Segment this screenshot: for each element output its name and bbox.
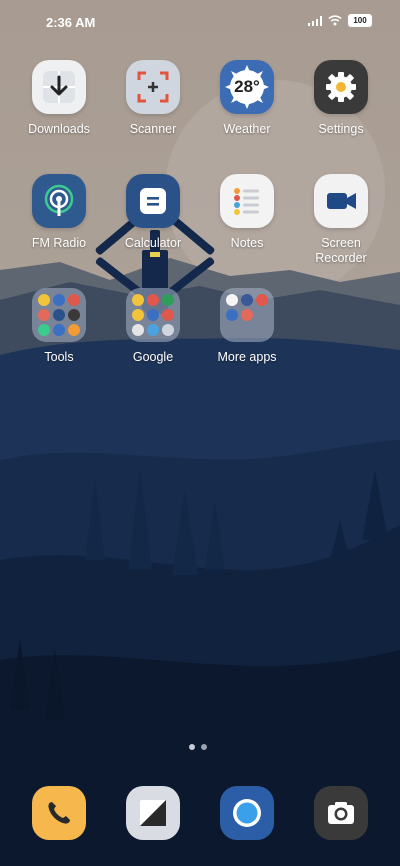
notes-square-icon (140, 800, 166, 826)
app-mini-icon (162, 324, 174, 336)
page-dot[interactable] (189, 744, 195, 750)
app-mini-icon (132, 309, 144, 321)
app-mini-icon (38, 309, 50, 321)
dock-phone[interactable] (32, 786, 86, 840)
app-label: Downloads (28, 122, 90, 136)
signal-icon (308, 15, 322, 26)
app-downloads[interactable]: Downloads (12, 60, 106, 137)
app-mini-icon (256, 324, 268, 336)
dock-notes[interactable] (126, 786, 180, 840)
folder-google[interactable]: Google (106, 288, 200, 365)
scanner-icon (126, 60, 180, 114)
app-mini-icon (68, 324, 80, 336)
page-dot[interactable] (201, 744, 207, 750)
status-icons: 100 (308, 14, 372, 27)
radio-icon (32, 174, 86, 228)
phone-icon (48, 802, 70, 824)
app-mini-icon (256, 309, 268, 321)
calculator-icon (126, 174, 180, 228)
app-mini-icon (132, 324, 144, 336)
wifi-icon (328, 15, 342, 26)
app-label: Screen Recorder (315, 236, 367, 265)
folder-icon (32, 288, 86, 342)
app-mini-icon (162, 294, 174, 306)
app-notes[interactable]: Notes (200, 174, 294, 251)
notes-icon (220, 174, 274, 228)
app-mini-icon (147, 309, 159, 321)
app-mini-icon (226, 309, 238, 321)
app-label: Notes (230, 236, 264, 250)
dock-camera[interactable] (314, 786, 368, 840)
app-screen-recorder[interactable]: Screen Recorder (294, 174, 388, 266)
app-mini-icon (226, 294, 238, 306)
weather-temp: 28° (234, 77, 260, 96)
app-mini-icon (241, 324, 253, 336)
folder-more-apps[interactable]: More apps (200, 288, 294, 365)
app-mini-icon (147, 294, 159, 306)
app-label: Weather (223, 122, 271, 136)
page-indicator[interactable] (189, 744, 207, 750)
folder-label: Tools (44, 350, 74, 364)
gear-icon (314, 60, 368, 114)
folder-label: Google (132, 350, 174, 364)
app-label: FM Radio (31, 236, 87, 250)
app-fm-radio[interactable]: FM Radio (12, 174, 106, 251)
download-icon (32, 60, 86, 114)
camera-icon (328, 802, 354, 824)
messages-bubble-icon (233, 799, 261, 827)
app-mini-icon (38, 294, 50, 306)
app-label: Settings (318, 122, 364, 136)
dock-messages[interactable] (220, 786, 274, 840)
app-calculator[interactable]: Calculator (106, 174, 200, 251)
app-label: Calculator (124, 236, 182, 250)
app-scanner[interactable]: Scanner (106, 60, 200, 137)
app-mini-icon (241, 294, 253, 306)
app-mini-icon (68, 309, 80, 321)
folder-tools[interactable]: Tools (12, 288, 106, 365)
clock: 2:36 AM (46, 15, 96, 30)
app-mini-icon (53, 309, 65, 321)
folder-icon (126, 288, 180, 342)
app-mini-icon (256, 294, 268, 306)
app-mini-icon (162, 309, 174, 321)
app-settings[interactable]: Settings (294, 60, 388, 137)
battery-icon: 100 (348, 14, 372, 27)
app-mini-icon (38, 324, 50, 336)
folder-icon (220, 288, 274, 342)
app-label: Scanner (129, 122, 177, 136)
app-mini-icon (147, 324, 159, 336)
video-camera-icon (314, 174, 368, 228)
app-mini-icon (226, 324, 238, 336)
app-mini-icon (53, 294, 65, 306)
app-mini-icon (53, 324, 65, 336)
app-mini-icon (68, 294, 80, 306)
status-bar: 2:36 AM 100 (0, 0, 400, 44)
app-mini-icon (241, 309, 253, 321)
app-mini-icon (132, 294, 144, 306)
app-weather[interactable]: 28° Weather (200, 60, 294, 137)
folder-label: More apps (217, 350, 277, 364)
weather-sun-icon: 28° (220, 60, 274, 114)
